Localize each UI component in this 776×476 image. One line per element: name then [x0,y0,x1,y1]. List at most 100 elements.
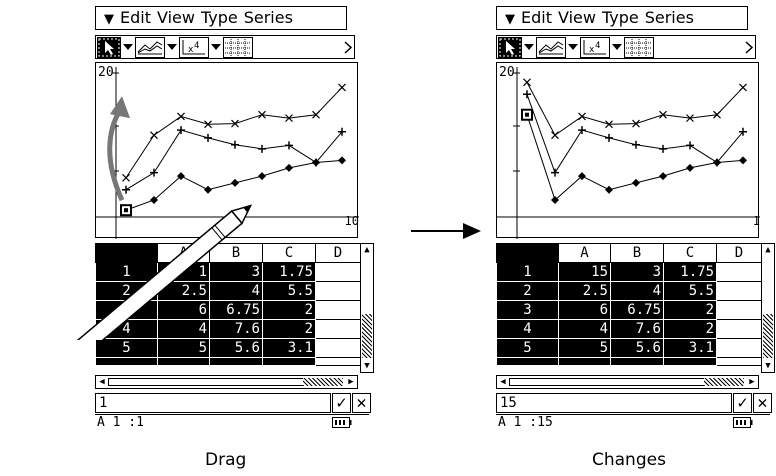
row-header[interactable]: 1 [496,262,559,282]
scrollbar-thumb[interactable] [303,378,343,386]
select-pointer-icon[interactable] [498,37,522,58]
menu-type[interactable]: Type [201,7,238,28]
cell-c[interactable]: 1.75 [262,262,316,282]
cell-b[interactable]: 4 [610,281,664,301]
menu-chevron-icon[interactable]: ▼ [98,9,120,30]
series-3-point[interactable] [578,112,586,121]
scrollbar-thumb[interactable] [763,314,773,358]
scrollbar-thumb[interactable] [704,378,744,386]
cell-d[interactable] [315,262,361,282]
column-header-b[interactable]: B [610,243,664,263]
scroll-down-icon[interactable]: ▼ [361,360,373,372]
row-header[interactable]: 3 [95,300,158,320]
cell-a[interactable]: 6 [558,300,611,320]
cell-d[interactable] [716,281,762,301]
series-3-point[interactable] [122,173,130,182]
dropdown-arrow-icon[interactable] [523,37,535,58]
series-1-point[interactable] [258,172,266,181]
series-2-point[interactable] [523,90,531,99]
row-header[interactable]: 1 [95,262,158,282]
dropdown-arrow-icon[interactable] [122,37,134,58]
cell-b[interactable]: 4 [209,281,263,301]
scroll-right-icon[interactable]: ▶ [746,376,758,388]
scroll-up-icon[interactable]: ▲ [361,244,373,256]
cell-c[interactable]: 2 [663,319,717,339]
series-2-point[interactable] [150,168,158,177]
menu-edit[interactable]: Edit [521,7,552,28]
cell-a[interactable]: 6 [157,300,210,320]
row-header[interactable]: 5 [95,338,158,358]
cell-b[interactable]: 7.6 [209,319,263,339]
cell-a[interactable]: 2.5 [157,281,210,301]
series-2-point[interactable] [551,168,559,177]
series-2-point[interactable] [258,144,266,153]
series-1-point[interactable] [285,163,293,172]
cell-d[interactable] [716,262,762,282]
cell-b[interactable]: 7.6 [610,319,664,339]
series-2-point[interactable] [578,126,586,135]
column-header-a[interactable]: A [558,243,611,263]
column-header-b[interactable]: B [209,243,263,263]
line-graph-icon[interactable] [536,37,566,58]
cell-b[interactable]: 3 [610,262,664,282]
menu-type[interactable]: Type [602,7,639,28]
cell-b[interactable]: 5.6 [209,338,263,358]
cell-b[interactable]: 6.75 [610,300,664,320]
series-2-point[interactable] [632,140,640,149]
cell-b[interactable]: 3 [209,262,263,282]
menu-chevron-icon[interactable]: ▼ [499,9,521,30]
column-header-d[interactable]: D [315,243,361,263]
horizontal-scrollbar[interactable]: ◀ ▶ [95,375,358,389]
cell-c[interactable]: 5.5 [663,281,717,301]
vertical-scrollbar[interactable]: ▲ ▼ [761,243,775,373]
series-1-point[interactable] [338,156,346,165]
cell-d[interactable] [315,338,361,358]
vertical-scrollbar[interactable]: ▲ ▼ [360,243,374,373]
cell-c[interactable]: 2 [262,300,316,320]
series-2-point[interactable] [177,126,185,135]
menu-series[interactable]: Series [244,7,293,28]
cell-a[interactable]: 4 [558,319,611,339]
check-icon[interactable]: ✓ [733,393,752,413]
series-1-point[interactable] [659,172,667,181]
graph-window[interactable]: 20 10 [95,62,359,239]
menu-edit[interactable]: Edit [120,7,151,28]
cell-c[interactable]: 2 [262,319,316,339]
cell-a[interactable]: 5 [558,338,611,358]
cell-c[interactable]: 3.1 [663,338,717,358]
cell-d[interactable] [315,300,361,320]
row-header[interactable]: 5 [496,338,559,358]
cancel-icon[interactable]: ✕ [352,393,371,413]
row-header[interactable]: 2 [496,281,559,301]
dropdown-arrow-icon[interactable] [166,37,178,58]
series-3-point[interactable] [177,112,185,121]
scroll-down-icon[interactable]: ▼ [762,360,774,372]
cell-a[interactable]: 5 [157,338,210,358]
cell-value-input[interactable] [95,393,331,413]
series-2-point[interactable] [686,141,694,150]
cell-d[interactable] [315,319,361,339]
series-1-point[interactable] [632,178,640,187]
check-icon[interactable]: ✓ [332,393,351,413]
cell-value-input[interactable] [496,393,732,413]
scrollbar-thumb[interactable] [362,314,372,358]
dropdown-arrow-icon[interactable] [210,37,222,58]
series-1-point[interactable] [231,178,239,187]
series-3-point[interactable] [523,78,531,87]
row-header[interactable]: 4 [95,319,158,339]
cell-b[interactable]: 5.6 [610,338,664,358]
grid-icon[interactable] [624,37,654,58]
series-3-point[interactable] [338,83,346,92]
horizontal-scrollbar[interactable]: ◀ ▶ [496,375,759,389]
series-2-point[interactable] [659,144,667,153]
row-header[interactable]: 2 [95,281,158,301]
series-3-point[interactable] [739,83,747,92]
column-header-c[interactable]: C [262,243,316,263]
series-2-point[interactable] [122,185,130,194]
column-header-d[interactable]: D [716,243,762,263]
scroll-left-icon[interactable]: ◀ [96,376,108,388]
scroll-right-icon[interactable]: ▶ [345,376,357,388]
menu-series[interactable]: Series [645,7,694,28]
cancel-icon[interactable]: ✕ [753,393,772,413]
regression-icon[interactable]: x4 [179,37,209,58]
